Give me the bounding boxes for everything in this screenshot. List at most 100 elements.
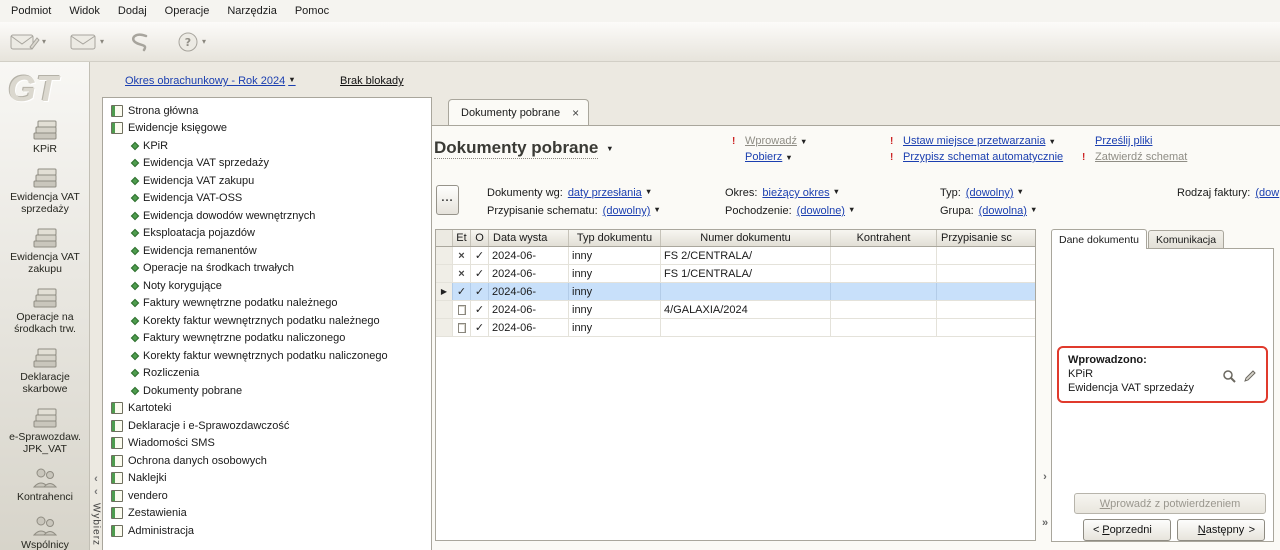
rail-wspolnicy[interactable]: Wspólnicy xyxy=(0,514,89,550)
filter-value-dokumenty-wg[interactable]: daty przesłania xyxy=(568,187,642,199)
tree-rozliczenia[interactable]: Rozliczenia xyxy=(103,365,431,383)
filter-value-rodzaj-faktury[interactable]: (dow xyxy=(1255,187,1279,199)
cell-typ: inny xyxy=(569,283,661,300)
accounting-period-label: Okres obrachunkowy - Rok 2024 xyxy=(125,75,286,87)
dropdown-arrow-small-icon[interactable]: ▾ xyxy=(42,37,46,46)
tree-wiadomosci-sms[interactable]: Wiadomości SMS xyxy=(103,435,431,453)
check-icon: ✓ xyxy=(474,286,485,298)
double-chevron-right-icon[interactable]: » xyxy=(1042,517,1048,529)
tab-close-icon[interactable]: × xyxy=(572,107,579,119)
menu-podmiot[interactable]: Podmiot xyxy=(2,1,60,21)
tree-ewidencja-vat-zakupu[interactable]: Ewidencja VAT zakupu xyxy=(103,172,431,190)
tree-kpir[interactable]: KPiR xyxy=(103,137,431,155)
table-row[interactable]: ✓ 2024-06- inny xyxy=(436,319,1035,337)
chevron-left-icon[interactable]: ‹ xyxy=(94,486,98,499)
compose-mail-icon[interactable] xyxy=(10,31,40,53)
rail-kpir[interactable]: KPiR xyxy=(0,118,89,155)
action-pobierz[interactable]: Pobierz ▼ xyxy=(732,151,807,163)
menu-pomoc[interactable]: Pomoc xyxy=(286,1,338,21)
table-row[interactable]: × ✓ 2024-06- inny FS 2/CENTRALA/ xyxy=(436,247,1035,265)
prev-arrow-icon: < xyxy=(1093,524,1100,536)
col-numer-dokumentu[interactable]: Numer dokumentu xyxy=(661,230,831,246)
tab-dokumenty-pobrane[interactable]: Dokumenty pobrane × xyxy=(448,99,590,125)
confirm-insert-button[interactable]: Wprowadź z potwierdzeniem xyxy=(1074,493,1266,514)
dropdown-arrow-icon: ▼ xyxy=(1048,136,1056,146)
action-ustaw-miejsce-przetwarzania[interactable]: ! Ustaw miejsce przetwarzania ▼ xyxy=(890,135,1063,147)
panel-splitter[interactable]: › » xyxy=(1039,229,1051,541)
info-line: Ewidencja VAT sprzedaży xyxy=(1068,382,1194,394)
dropdown-arrow-icon: ▼ xyxy=(1029,205,1038,214)
filter-value-grupa[interactable]: (dowolna) xyxy=(979,205,1027,217)
help-icon[interactable]: ? xyxy=(176,31,200,53)
more-filters-button[interactable]: ... xyxy=(436,185,459,215)
menu-widok[interactable]: Widok xyxy=(60,1,109,21)
detail-tab-komunikacja[interactable]: Komunikacja xyxy=(1147,230,1225,249)
rail-e-sprawozdaw-jpk-vat[interactable]: e-Sprawozdaw. JPK_VAT xyxy=(0,406,89,455)
col-data-wysta[interactable]: Data wysta xyxy=(489,230,569,246)
magnifier-icon[interactable] xyxy=(1222,369,1236,383)
tree-dokumenty-pobrane[interactable]: Dokumenty pobrane xyxy=(103,382,431,400)
filter-value-typ[interactable]: (dowolny) xyxy=(966,187,1014,199)
col-typ-dokumentu[interactable]: Typ dokumentu xyxy=(569,230,661,246)
tree-operacje-na-srodkach-trwalych[interactable]: Operacje na środkach trwałych xyxy=(103,260,431,278)
action-przypisz-schemat-automatycznie[interactable]: ! Przypisz schemat automatycznie xyxy=(890,151,1063,163)
tree-ewidencja-dowodow-wewnetrznych[interactable]: Ewidencja dowodów wewnętrznych xyxy=(103,207,431,225)
dropdown-arrow-small-icon[interactable]: ▾ xyxy=(100,37,104,46)
dropdown-arrow-small-icon[interactable]: ▾ xyxy=(202,37,206,46)
tree-deklaracje-i-e-sprawozdawczosc[interactable]: Deklaracje i e-Sprawozdawczość xyxy=(103,417,431,435)
menu-narzedzia[interactable]: Narzędzia xyxy=(218,1,286,21)
lock-status-link[interactable]: Brak blokady xyxy=(340,75,404,87)
filter-value-pochodzenie[interactable]: (dowolne) xyxy=(797,205,845,217)
accounting-period-link[interactable]: Okres obrachunkowy - Rok 2024 ▼ xyxy=(125,75,296,87)
filter-dokumenty-wg: Dokumenty wg: daty przesłania ▼ xyxy=(487,187,653,199)
administration-icon xyxy=(111,524,123,537)
action-przeslij-pliki[interactable]: Prześlij pliki xyxy=(1082,135,1187,147)
tree-noty-korygujace[interactable]: Noty korygujące xyxy=(103,277,431,295)
next-button[interactable]: Następny > xyxy=(1177,519,1265,541)
pencil-icon[interactable] xyxy=(1243,369,1257,383)
filter-value-przypisanie-schematu[interactable]: (dowolny) xyxy=(603,205,651,217)
detail-tab-dane-dokumentu[interactable]: Dane dokumentu xyxy=(1051,229,1147,249)
col-et[interactable]: Et xyxy=(453,230,471,246)
document-icon xyxy=(457,304,466,315)
tree-ewidencje-ksiegowe[interactable]: Ewidencje księgowe xyxy=(103,120,431,138)
rail-ewidencja-vat-zakupu[interactable]: Ewidencja VAT zakupu xyxy=(0,226,89,275)
tree-faktury-wewnetrzne-podatku-naleznego[interactable]: Faktury wewnętrzne podatku należnego xyxy=(103,295,431,313)
tree-ewidencja-vat-oss[interactable]: Ewidencja VAT-OSS xyxy=(103,190,431,208)
tree-eksploatacja-pojazdow[interactable]: Eksploatacja pojazdów xyxy=(103,225,431,243)
table-row[interactable]: × ✓ 2024-06- inny FS 1/CENTRALA/ xyxy=(436,265,1035,283)
tree-kartoteki[interactable]: Kartoteki xyxy=(103,400,431,418)
tree-ochrona-danych-osobowych[interactable]: Ochrona danych osobowych xyxy=(103,452,431,470)
col-o[interactable]: O xyxy=(471,230,489,246)
dropdown-arrow-icon[interactable]: ▼ xyxy=(288,75,295,84)
rail-deklaracje-skarbowe[interactable]: Deklaracje skarbowe xyxy=(0,346,89,395)
chevron-left-icon[interactable]: ‹ xyxy=(94,473,98,486)
filter-value-okres[interactable]: bieżący okres xyxy=(762,187,829,199)
tree-collapse-strip[interactable]: ‹ ‹ Wybierz xyxy=(90,97,102,550)
tree-faktury-wewnetrzne-podatku-naliczonego[interactable]: Faktury wewnętrzne podatku naliczonego xyxy=(103,330,431,348)
rail-kontrahenci[interactable]: Kontrahenci xyxy=(0,466,89,503)
filter-grupa: Grupa: (dowolna) ▼ xyxy=(940,205,1038,217)
tree-ewidencja-vat-sprzedazy[interactable]: Ewidencja VAT sprzedaży xyxy=(103,155,431,173)
col-kontrahent[interactable]: Kontrahent xyxy=(831,230,937,246)
col-przypisanie-sc[interactable]: Przypisanie sc xyxy=(937,230,1035,246)
tree-ewidencja-remanentow[interactable]: Ewidencja remanentów xyxy=(103,242,431,260)
support-icon[interactable] xyxy=(128,31,152,53)
chevron-right-icon[interactable]: › xyxy=(1043,471,1047,483)
tree-administracja[interactable]: Administracja xyxy=(103,522,431,540)
menu-operacje[interactable]: Operacje xyxy=(156,1,219,21)
rail-ewidencja-vat-sprzedazy[interactable]: Ewidencja VAT sprzedaży xyxy=(0,166,89,215)
table-row[interactable]: ▶ ✓ ✓ 2024-06- inny xyxy=(436,283,1035,301)
tree-strona-glowna[interactable]: Strona główna xyxy=(103,102,431,120)
tree-korekty-faktur-wewnetrznych-podatku-naliczonego[interactable]: Korekty faktur wewnętrznych podatku nali… xyxy=(103,347,431,365)
tree-naklejki[interactable]: Naklejki xyxy=(103,470,431,488)
document-tabstrip: Dokumenty pobrane × xyxy=(432,97,1280,125)
previous-button[interactable]: < Poprzedni xyxy=(1083,519,1171,541)
tree-vendero[interactable]: vendero xyxy=(103,487,431,505)
send-mail-icon[interactable] xyxy=(70,32,98,52)
menu-dodaj[interactable]: Dodaj xyxy=(109,1,156,21)
table-row[interactable]: ✓ 2024-06- inny 4/GALAXIA/2024 xyxy=(436,301,1035,319)
rail-operacje-na-srodkach-trw[interactable]: Operacje na środkach trw. xyxy=(0,286,89,335)
tree-korekty-faktur-wewnetrznych-podatku-naleznego[interactable]: Korekty faktur wewnętrznych podatku nale… xyxy=(103,312,431,330)
tree-zestawienia[interactable]: Zestawienia xyxy=(103,505,431,523)
